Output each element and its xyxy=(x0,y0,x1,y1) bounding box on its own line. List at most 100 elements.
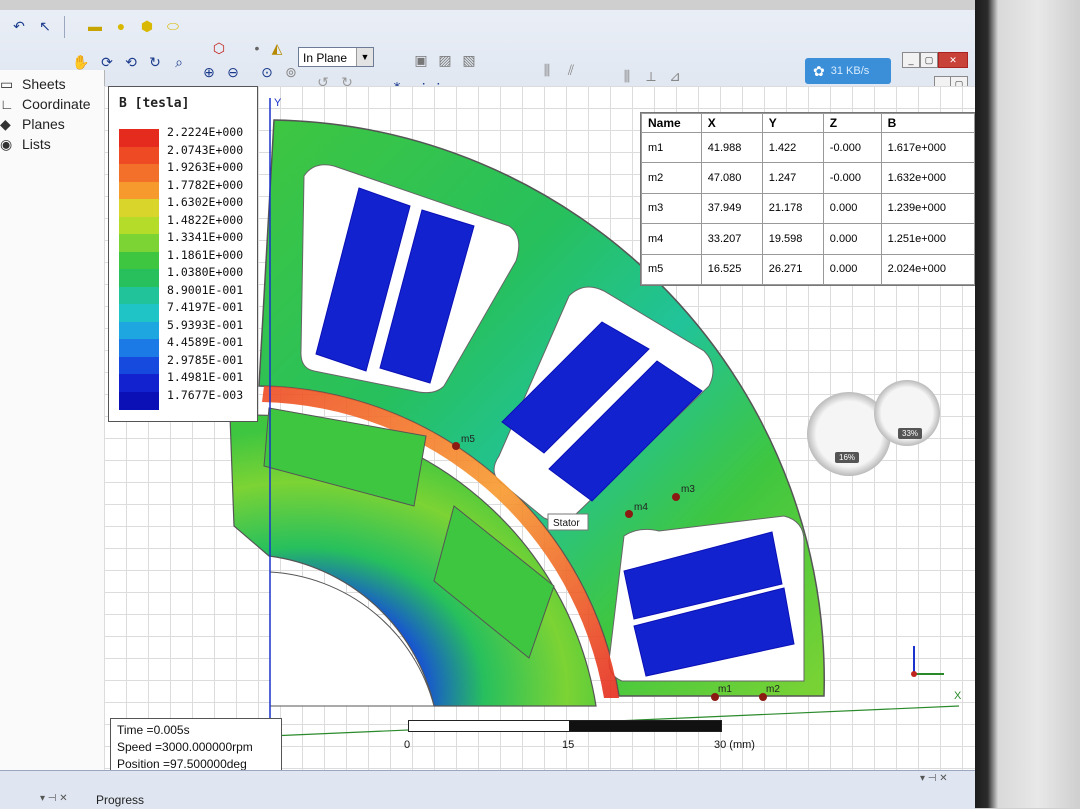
table-cell: 1.239e+000 xyxy=(880,192,976,225)
marker-m5[interactable] xyxy=(452,442,460,450)
marker-m4[interactable] xyxy=(625,510,633,518)
table-row[interactable]: m3 37.949 21.178 0.000 1.239e+000 xyxy=(641,192,976,225)
fit-all-icon[interactable]: ⊙ xyxy=(256,62,278,82)
fit-selection-icon[interactable]: ⊚ xyxy=(280,62,302,82)
project-tree: ▭ Sheets ∟ Coordinate ◆ Planes ◉ Lists xyxy=(0,70,105,782)
plane-tool-icon[interactable]: ◭ xyxy=(266,38,288,58)
legend-swatch xyxy=(119,164,159,182)
table-cell: 0.000 xyxy=(822,223,882,255)
point-tool-icon[interactable]: • xyxy=(246,38,268,58)
table-row[interactable]: m2 47.080 1.247 -0.000 1.632e+000 xyxy=(641,162,976,194)
tree-item-sheets[interactable]: ▭ Sheets xyxy=(0,76,66,93)
subtract-icon[interactable]: ▨ xyxy=(434,50,456,70)
table-cell: 1.632e+000 xyxy=(880,162,976,194)
tree-item-label: Lists xyxy=(22,136,51,152)
close-button[interactable]: ✕ xyxy=(938,52,968,68)
marker-label: m5 xyxy=(461,434,475,445)
tree-item-planes[interactable]: ◆ Planes xyxy=(0,116,65,133)
box-3d-icon[interactable]: ⬡ xyxy=(208,38,230,58)
legend-value: 8.9001E-001 xyxy=(167,282,244,297)
mirror-icon[interactable]: ⫽ xyxy=(560,60,582,80)
markers-table: Name X Y Z B m1 41.988 1.422 -0.000 1.617e+0… xyxy=(640,112,976,286)
table-cell: 2.024e+000 xyxy=(880,253,976,286)
zoom-icon[interactable]: ⌕ xyxy=(168,52,190,72)
bottom-panel: ▾ ⊣ ✕ Progress ▾ ⊣ ✕ xyxy=(0,770,975,809)
legend-value: 1.9263E+000 xyxy=(167,160,244,174)
tree-item-coordinate[interactable]: ∟ Coordinate xyxy=(0,96,91,112)
legend-value: 2.0743E+000 xyxy=(167,142,244,157)
pointer-icon[interactable]: ↖ xyxy=(34,16,56,36)
pan-hand-icon[interactable]: ✋ xyxy=(70,52,92,72)
marker-label: m2 xyxy=(766,684,780,695)
rotate-icon[interactable]: ⟳ xyxy=(96,52,118,72)
table-cell: 19.598 xyxy=(761,223,824,255)
legend-value: 1.0380E+000 xyxy=(167,265,244,279)
gauge-value: 16% xyxy=(835,452,860,463)
align-icon[interactable]: ⫼ xyxy=(536,60,558,80)
table-cell: 47.080 xyxy=(700,162,763,194)
spin-icon[interactable]: ↻ xyxy=(144,52,166,72)
tree-item-label: Planes xyxy=(22,116,65,132)
table-cell: 1.422 xyxy=(761,131,824,164)
table-cell: -0.000 xyxy=(822,162,882,194)
ellipse-tool-icon[interactable]: ⬭ xyxy=(162,16,184,36)
ruler-icon[interactable]: ⊿ xyxy=(664,66,686,86)
legend-swatch xyxy=(119,339,159,357)
boolean-icon[interactable]: ▣ xyxy=(410,50,432,70)
table-row[interactable]: m5 16.525 26.271 0.000 2.024e+000 xyxy=(641,253,976,286)
restore-button[interactable]: ▢ xyxy=(920,52,938,68)
legend-value: 7.4197E-001 xyxy=(167,300,244,314)
legend-swatch xyxy=(119,129,159,147)
measure-icon[interactable]: ⟂ xyxy=(640,66,662,86)
table-row[interactable]: m4 33.207 19.598 0.000 1.251e+000 xyxy=(641,223,976,255)
legend-value: 1.6302E+000 xyxy=(167,195,244,209)
undo-icon[interactable]: ↶ xyxy=(8,16,30,36)
minimize-button[interactable]: _ xyxy=(902,52,920,68)
table-cell: -0.000 xyxy=(822,131,882,164)
table-cell: m5 xyxy=(641,253,702,286)
distribute-icon[interactable]: ⫼ xyxy=(616,66,638,86)
sheet-icon: ▭ xyxy=(0,76,14,92)
legend-swatch xyxy=(119,321,159,340)
legend-swatch xyxy=(119,304,159,322)
chevron-down-icon[interactable]: ▼ xyxy=(356,48,373,66)
legend-swatch xyxy=(119,199,159,217)
speed-text: 31 KB/s xyxy=(830,65,870,77)
table-cell: 21.178 xyxy=(761,192,824,225)
table-cell: 1.247 xyxy=(761,162,824,194)
polygon-tool-icon[interactable]: ⬢ xyxy=(136,16,158,36)
plane-icon: ◆ xyxy=(0,116,11,132)
marker-label: m1 xyxy=(718,684,732,695)
plane-select[interactable]: In Plane ▼ xyxy=(298,47,374,67)
y-axis-label: Y xyxy=(274,97,282,109)
table-cell: 37.949 xyxy=(700,192,763,225)
legend-value: 4.4589E-001 xyxy=(167,335,244,349)
marker-m3[interactable] xyxy=(672,493,680,501)
legend-swatch xyxy=(119,181,159,200)
triad-origin-icon xyxy=(911,671,917,677)
pin-icon[interactable]: ▾ ⊣ ✕ xyxy=(40,793,68,804)
table-cell: 0.000 xyxy=(822,253,882,286)
column-header: X xyxy=(700,113,763,133)
rotate-axis-icon[interactable]: ⟲ xyxy=(120,52,142,72)
tree-item-label: Coordinate xyxy=(22,96,91,112)
zoom-in-icon[interactable]: ⊕ xyxy=(198,62,220,82)
intersect-icon[interactable]: ▧ xyxy=(458,50,480,70)
network-speed-badge: ✿ 31 KB/s xyxy=(805,58,891,84)
zoom-out-icon[interactable]: ⊖ xyxy=(222,62,244,82)
scale-label: 30 (mm) xyxy=(714,739,755,751)
panel-controls-icon[interactable]: ▾ ⊣ ✕ xyxy=(920,773,948,784)
x-axis-label: X xyxy=(954,690,962,702)
legend-swatch xyxy=(119,234,159,252)
circle-tool-icon[interactable]: ● xyxy=(110,16,132,36)
tree-item-lists[interactable]: ◉ Lists xyxy=(0,136,51,153)
table-cell: 1.251e+000 xyxy=(880,223,976,255)
legend-value: 2.2224E+000 xyxy=(167,125,244,139)
rectangle-tool-icon[interactable]: ▬ xyxy=(84,16,106,36)
progress-tab[interactable]: Progress xyxy=(96,793,144,807)
table-row[interactable]: m1 41.988 1.422 -0.000 1.617e+000 xyxy=(641,131,976,164)
legend-value: 1.7782E+000 xyxy=(167,177,244,192)
column-header: B xyxy=(880,113,976,133)
legend-swatch xyxy=(119,356,159,375)
table-cell: m3 xyxy=(641,192,702,225)
